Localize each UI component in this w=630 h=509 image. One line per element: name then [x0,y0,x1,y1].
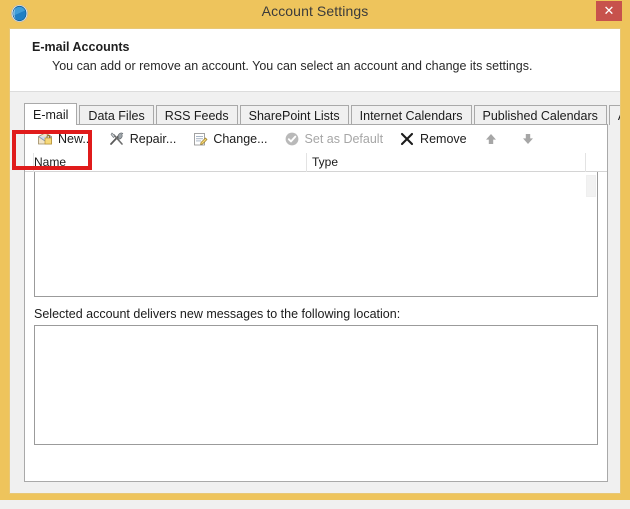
email-tab-panel: New... Repair... Change... Set as Defaul… [24,124,608,482]
dialog-footer: Close [24,490,608,493]
tab-sharepoint-lists[interactable]: SharePoint Lists [239,105,349,125]
tab-label: Address Books [618,109,620,123]
accounts-toolbar: New... Repair... Change... Set as Defaul… [25,125,607,153]
tab-published-calendars[interactable]: Published Calendars [473,105,607,125]
tab-label: E-mail [33,108,69,122]
tab-label: Internet Calendars [359,109,463,123]
set-as-default-label: Set as Default [304,132,384,146]
new-account-label: New... [58,132,93,146]
column-divider[interactable] [306,153,307,172]
window-close-button[interactable]: ✕ [596,1,622,21]
title-bar: Account Settings ✕ [0,0,630,28]
set-as-default-button[interactable]: Set as Default [279,128,389,150]
move-up-arrow-icon [483,131,499,147]
repair-tools-icon [109,131,125,147]
accounts-list-header: Name Type [25,153,607,172]
change-account-button[interactable]: Change... [187,128,272,150]
column-divider [585,153,586,172]
tab-rss-feeds[interactable]: RSS Feeds [155,105,238,125]
scrollbar-thumb[interactable] [586,175,596,197]
move-down-button[interactable] [515,128,546,150]
x-mark-icon [399,131,415,147]
accounts-list[interactable] [34,172,598,297]
tab-label: RSS Feeds [164,109,229,123]
delivery-location-label: Selected account delivers new messages t… [34,307,401,321]
tab-label: Published Calendars [482,109,598,123]
accounts-list-scrollbar[interactable] [585,172,597,296]
change-account-icon [192,131,208,147]
window-title: Account Settings [261,3,369,19]
new-account-button[interactable]: New... [32,128,98,150]
page-title: E-mail Accounts [32,40,130,54]
check-circle-icon [284,131,300,147]
tab-strip: E-mail Data Files RSS Feeds SharePoint L… [24,103,620,125]
dialog-header: E-mail Accounts You can add or remove an… [10,29,620,92]
page-subtitle: You can add or remove an account. You ca… [52,59,533,73]
repair-label: Repair... [129,132,177,146]
remove-account-label: Remove [420,132,467,146]
new-account-icon [37,131,53,147]
account-settings-window: Account Settings ✕ E-mail Accounts You c… [0,0,630,500]
column-header-name[interactable]: Name [34,155,66,169]
window-client-area: E-mail Accounts You can add or remove an… [9,28,621,494]
move-up-button[interactable] [478,128,509,150]
tab-email[interactable]: E-mail [24,103,78,125]
repair-button[interactable]: Repair... [104,128,182,150]
dialog-body: E-mail Data Files RSS Feeds SharePoint L… [10,92,620,493]
tab-address-books[interactable]: Address Books [608,105,620,125]
screen: Account Settings ✕ E-mail Accounts You c… [0,0,630,509]
tab-label: SharePoint Lists [248,109,340,123]
remove-account-button[interactable]: Remove [394,128,472,150]
delivery-location-box[interactable] [34,325,598,445]
move-down-arrow-icon [520,131,536,147]
tab-label: Data Files [88,109,145,123]
tab-data-files[interactable]: Data Files [79,105,154,125]
tab-internet-calendars[interactable]: Internet Calendars [350,105,472,125]
change-account-label: Change... [213,132,268,146]
column-header-type[interactable]: Type [312,155,338,169]
